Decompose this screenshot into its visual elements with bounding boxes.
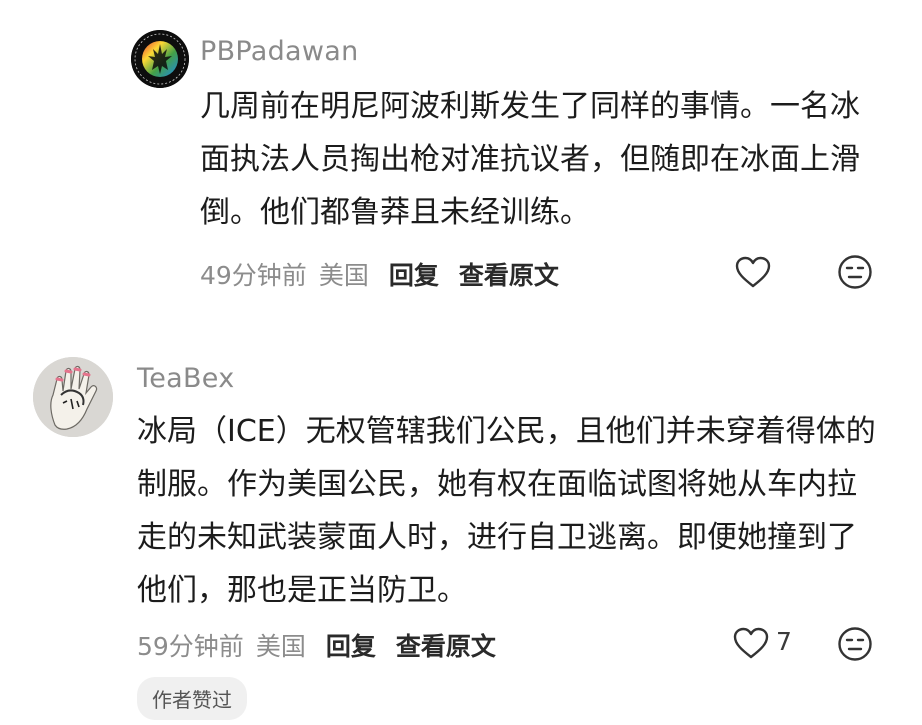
hand-drawing-avatar-icon xyxy=(33,357,113,437)
comment-text-line: 走的未知武装蒙面人时，进行自卫逃离。即便她撞到了 xyxy=(137,520,857,555)
avatar[interactable] xyxy=(131,30,189,88)
comment-text-line: 倒。他们都鲁莽且未经训练。 xyxy=(200,195,590,230)
username[interactable]: TeaBex xyxy=(137,363,235,394)
comment-text-line: 面执法人员掏出枪对准抗议者，但随即在冰面上滑 xyxy=(200,142,860,177)
comment-text-line: 他们，那也是正当防卫。 xyxy=(137,573,467,608)
like-icon[interactable] xyxy=(730,623,772,663)
comment-meta: 49分钟前 美国 回复 查看原文 xyxy=(200,256,559,292)
location: 美国 xyxy=(255,632,306,661)
reply-button[interactable]: 回复 xyxy=(389,256,439,292)
author-liked-badge: 作者赞过 xyxy=(137,677,247,720)
comment-text-line: 几周前在明尼阿波利斯发生了同样的事情。一名冰 xyxy=(200,89,860,124)
reply-button[interactable]: 回复 xyxy=(326,627,376,663)
neutral-face-icon[interactable] xyxy=(836,253,874,291)
neutral-face-icon[interactable] xyxy=(836,625,874,663)
like-count: 7 xyxy=(776,627,792,656)
like-icon[interactable] xyxy=(732,252,774,292)
comment-text-line: 冰局（ICE）无权管辖我们公民，且他们并未穿着得体的 xyxy=(137,414,876,449)
comment-text-line: 制服。作为美国公民，她有权在面临试图将她从车内拉 xyxy=(137,467,857,502)
location: 美国 xyxy=(318,261,369,290)
view-original-button[interactable]: 查看原文 xyxy=(459,256,559,292)
rebel-alliance-logo-icon xyxy=(131,30,189,88)
comment-text: 冰局（ICE）无权管辖我们公民，且他们并未穿着得体的 制服。作为美国公民，她有权… xyxy=(137,405,897,617)
comment-meta: 59分钟前 美国 回复 查看原文 xyxy=(137,627,496,663)
timestamp: 59分钟前 xyxy=(137,632,244,661)
username[interactable]: PBPadawan xyxy=(200,36,359,67)
timestamp: 49分钟前 xyxy=(200,261,307,290)
avatar[interactable] xyxy=(33,357,113,437)
comment-text: 几周前在明尼阿波利斯发生了同样的事情。一名冰 面执法人员掏出枪对准抗议者，但随即… xyxy=(200,80,890,239)
view-original-button[interactable]: 查看原文 xyxy=(396,627,496,663)
